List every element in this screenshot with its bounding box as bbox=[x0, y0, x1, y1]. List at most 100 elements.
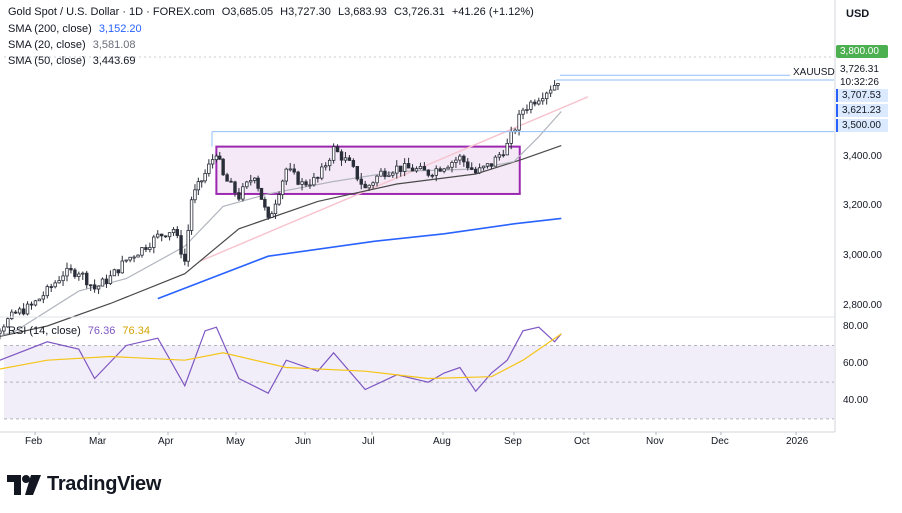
candle-body bbox=[229, 180, 233, 183]
candle-body bbox=[517, 113, 521, 131]
time-tick-label: May bbox=[226, 436, 245, 447]
candle-body bbox=[10, 311, 14, 320]
candle-body bbox=[21, 308, 26, 315]
candle-body bbox=[163, 235, 168, 238]
candle-body bbox=[148, 247, 152, 250]
symbol-header[interactable]: Gold Spot / U.S. Dollar · 1D · FOREX.com… bbox=[8, 5, 538, 19]
candle-body bbox=[175, 229, 179, 236]
time-tick-label: Sep bbox=[504, 436, 522, 447]
price-label-3800: 3,800.00 bbox=[836, 45, 888, 58]
candle-body bbox=[253, 177, 257, 181]
candle-body bbox=[466, 161, 470, 169]
candle-body bbox=[49, 286, 53, 288]
candle-body bbox=[525, 109, 529, 111]
candle-body bbox=[426, 169, 431, 176]
price-label-last: 3,726.31 bbox=[836, 63, 888, 76]
candle-body bbox=[505, 142, 509, 156]
candle-body bbox=[375, 175, 379, 184]
price-label-3500: 3,500.00 bbox=[836, 119, 888, 132]
time-tick-label: Jul bbox=[362, 436, 375, 447]
candle-body bbox=[288, 168, 292, 171]
sma200-legend[interactable]: SMA (200, close) 3,152.20 bbox=[8, 22, 146, 36]
candle-body bbox=[92, 284, 97, 290]
symbol-title: Gold Spot / U.S. Dollar · 1D · FOREX.com bbox=[8, 6, 215, 18]
candle-body bbox=[207, 163, 211, 174]
candle-body bbox=[196, 181, 201, 191]
time-tick-label: 2026 bbox=[786, 436, 809, 447]
candle-body bbox=[410, 167, 415, 172]
candle-body bbox=[53, 282, 57, 288]
time-tick-label: Jun bbox=[295, 436, 312, 447]
candle-body bbox=[509, 131, 513, 144]
candle-body bbox=[383, 170, 387, 177]
candle-body bbox=[167, 232, 172, 238]
rsi-tick-label: 80.00 bbox=[843, 321, 869, 333]
sma20-legend[interactable]: SMA (20, close) 3,581.08 bbox=[8, 38, 140, 52]
sma50-label: SMA (50, close) bbox=[8, 55, 86, 67]
candle-body bbox=[335, 146, 340, 153]
countdown-label: 10:32:26 bbox=[840, 77, 879, 88]
candle-body bbox=[189, 199, 194, 231]
candle-body bbox=[73, 269, 77, 277]
candle-body bbox=[183, 253, 187, 262]
candle-body bbox=[367, 184, 371, 189]
ohlc-close: C3,726.31 bbox=[394, 6, 445, 18]
candle-body bbox=[481, 165, 486, 169]
candle-body bbox=[339, 151, 344, 161]
moving-averages bbox=[0, 96, 589, 338]
candle-body bbox=[140, 247, 144, 256]
candle-body bbox=[430, 174, 434, 177]
time-tick-label: Feb bbox=[25, 436, 43, 447]
candle-body bbox=[320, 166, 324, 179]
candle-body bbox=[128, 256, 132, 261]
candle-body bbox=[533, 101, 537, 105]
candle-body bbox=[218, 155, 222, 160]
candle-body bbox=[312, 176, 316, 186]
sma200-label: SMA (200, close) bbox=[8, 23, 92, 35]
candle-body bbox=[120, 260, 124, 274]
candle-body bbox=[33, 300, 38, 306]
candle-body bbox=[245, 181, 249, 188]
candle-body bbox=[418, 166, 423, 170]
ohlc-open: O3,685.05 bbox=[221, 6, 274, 18]
sma50-legend[interactable]: SMA (50, close) 3,443.69 bbox=[8, 54, 140, 68]
candle-body bbox=[438, 168, 442, 172]
candle-body bbox=[391, 172, 395, 176]
currency-selector[interactable]: USD bbox=[846, 8, 869, 20]
candle-body bbox=[379, 170, 383, 177]
candle-body bbox=[280, 180, 285, 196]
candle-body bbox=[179, 235, 183, 255]
candle-body bbox=[85, 272, 89, 286]
time-tick-label: Nov bbox=[646, 436, 664, 447]
candle-body bbox=[552, 84, 557, 91]
ticker-label: XAUUSD bbox=[793, 67, 835, 78]
candle-body bbox=[556, 83, 560, 86]
candle-body bbox=[355, 166, 359, 180]
candle-body bbox=[300, 181, 304, 185]
candle-body bbox=[116, 269, 120, 274]
candle-body bbox=[347, 157, 352, 161]
rsi-tick-label: 40.00 bbox=[843, 394, 869, 406]
sma20-value: 3,581.08 bbox=[92, 39, 136, 51]
candle-body bbox=[237, 192, 241, 200]
candle-body bbox=[61, 275, 65, 282]
sma20-label: SMA (20, close) bbox=[8, 39, 86, 51]
candle-body bbox=[100, 278, 105, 287]
rsi-legend[interactable]: RSI (14, close) 76.36 76.34 bbox=[8, 324, 154, 338]
rsi-tick-label: 60.00 bbox=[843, 357, 869, 369]
candle-body bbox=[277, 194, 281, 205]
candle-body bbox=[363, 183, 367, 189]
candle-body bbox=[343, 157, 348, 161]
candle-body bbox=[259, 187, 264, 200]
tradingview-logo[interactable]: TradingView bbox=[7, 473, 161, 496]
chart-canvas[interactable] bbox=[0, 0, 902, 513]
candle-body bbox=[69, 267, 73, 271]
candle-body bbox=[104, 278, 109, 285]
candle-body bbox=[132, 256, 136, 259]
candle-body bbox=[544, 92, 549, 100]
candle-body bbox=[462, 155, 466, 163]
candlesticks bbox=[0, 80, 560, 340]
sma50-value: 3,443.69 bbox=[92, 55, 136, 67]
ohlc-high: H3,727.30 bbox=[280, 6, 331, 18]
candle-body bbox=[359, 178, 363, 185]
